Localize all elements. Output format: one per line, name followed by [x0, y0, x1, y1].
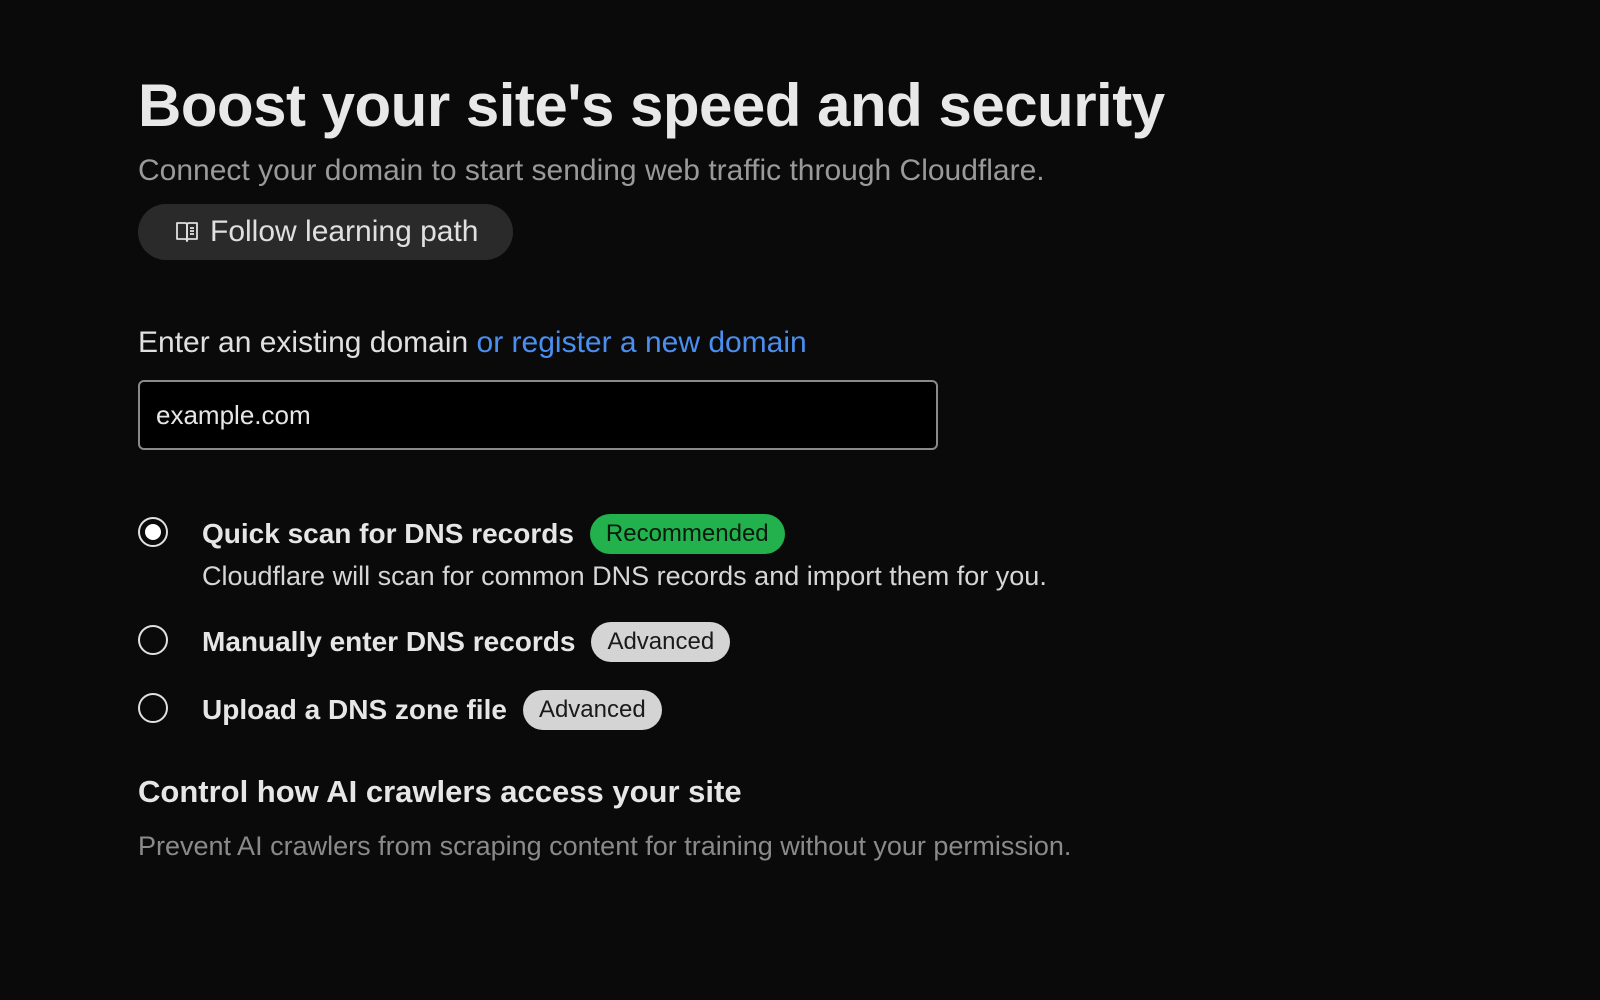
option-body: Upload a DNS zone file Advanced — [202, 690, 662, 730]
radio-selected-dot — [145, 524, 161, 540]
follow-learning-path-button[interactable]: Follow learning path — [138, 204, 513, 260]
manual-entry-radio[interactable] — [138, 625, 168, 655]
recommended-badge: Recommended — [589, 514, 785, 554]
option-title[interactable]: Manually enter DNS records — [202, 626, 575, 658]
dns-option-zone-file[interactable]: Upload a DNS zone file Advanced — [138, 690, 1600, 730]
page-title: Boost your site's speed and security — [138, 72, 1165, 139]
advanced-badge: Advanced — [522, 690, 662, 730]
register-new-domain-link[interactable]: or register a new domain — [477, 326, 807, 359]
option-head: Manually enter DNS records Advanced — [202, 622, 731, 662]
follow-learning-path-label: Follow learning path — [210, 215, 479, 248]
option-description: Cloudflare will scan for common DNS reco… — [202, 561, 1047, 591]
onboarding-page: Boost your site's speed and security Con… — [0, 0, 1600, 1000]
domain-field-label: Enter an existing domain or register a n… — [138, 324, 1600, 362]
book-icon — [174, 219, 200, 245]
page-subtitle: Connect your domain to start sending web… — [138, 154, 1045, 187]
ai-crawlers-heading: Control how AI crawlers access your site — [138, 774, 742, 809]
option-body: Quick scan for DNS records Recommended C… — [202, 514, 1047, 594]
zone-file-radio[interactable] — [138, 693, 168, 723]
option-body: Manually enter DNS records Advanced — [202, 622, 731, 662]
ai-crawlers-description: Prevent AI crawlers from scraping conten… — [138, 831, 1072, 861]
dns-options-radio-group: Quick scan for DNS records Recommended C… — [138, 514, 1600, 730]
advanced-badge: Advanced — [591, 622, 731, 662]
option-title[interactable]: Quick scan for DNS records — [202, 518, 574, 550]
quick-scan-radio[interactable] — [138, 517, 168, 547]
option-title[interactable]: Upload a DNS zone file — [202, 694, 507, 726]
domain-input[interactable] — [138, 380, 938, 450]
dns-option-quick-scan[interactable]: Quick scan for DNS records Recommended C… — [138, 514, 1600, 594]
domain-label-text: Enter an existing domain — [138, 326, 469, 359]
dns-option-manual[interactable]: Manually enter DNS records Advanced — [138, 622, 1600, 662]
option-head: Quick scan for DNS records Recommended — [202, 514, 1047, 554]
option-head: Upload a DNS zone file Advanced — [202, 690, 662, 730]
